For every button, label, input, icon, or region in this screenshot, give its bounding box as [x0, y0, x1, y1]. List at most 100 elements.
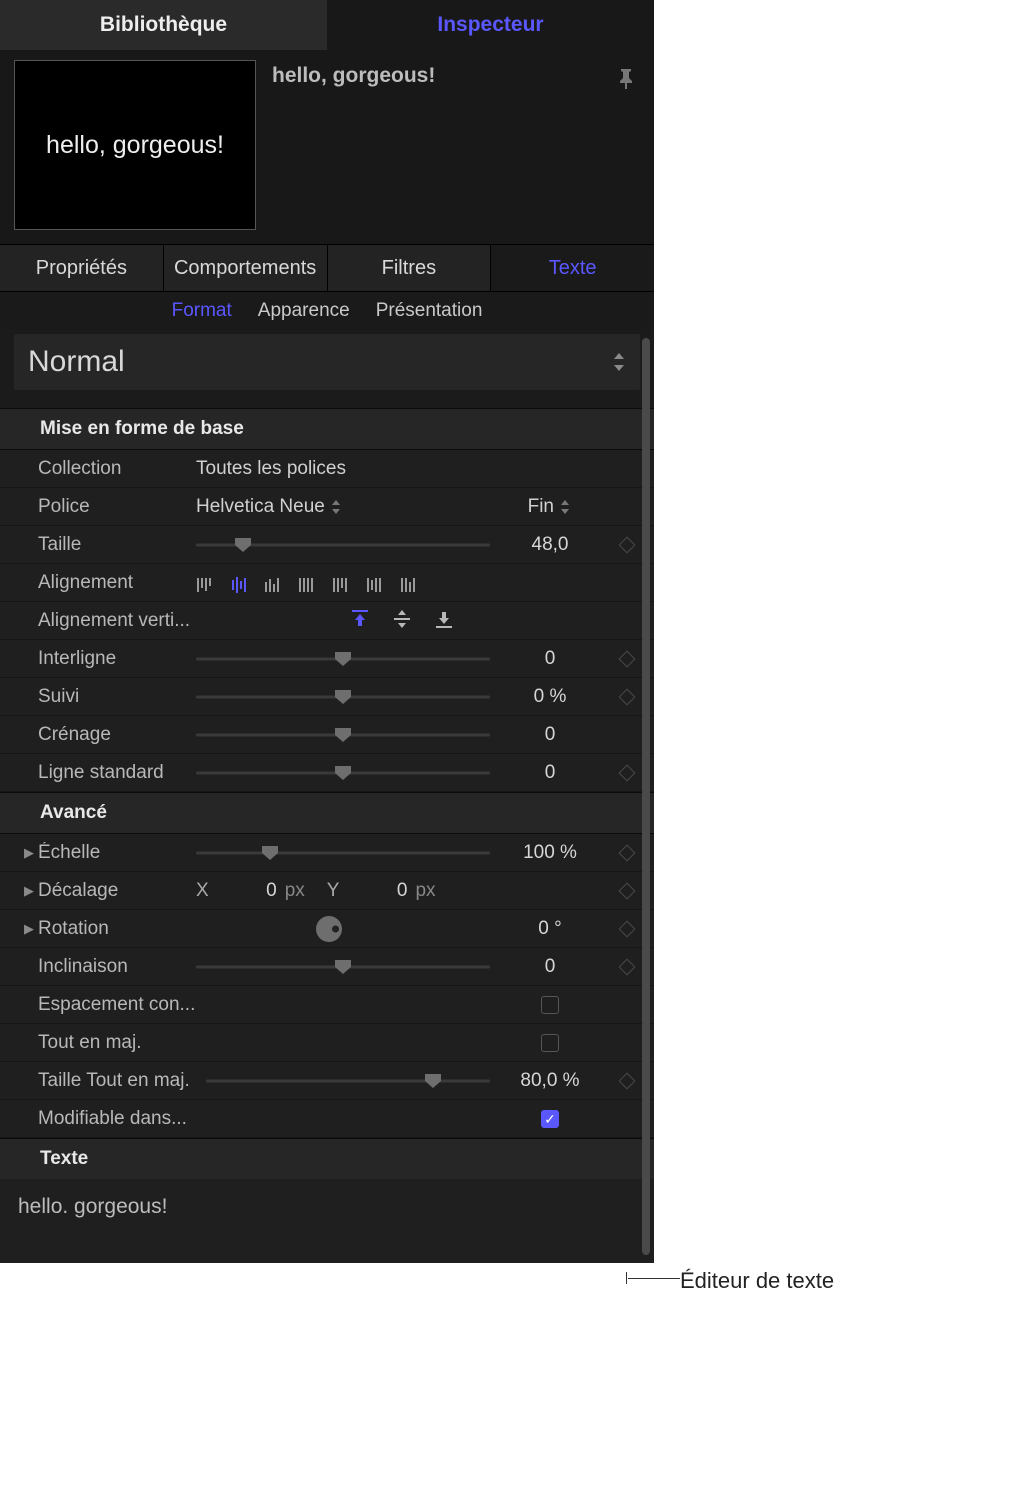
subtab-presentation[interactable]: Présentation [376, 300, 483, 322]
scale-slider[interactable] [196, 843, 490, 863]
disclosure-icon[interactable]: ▶ [20, 883, 38, 899]
keyframe-icon[interactable] [619, 764, 636, 781]
disclosure-icon[interactable]: ▶ [20, 845, 38, 861]
row-slant: Inclinaison 0 [0, 948, 654, 986]
rotation-value[interactable]: 0 ° [490, 918, 610, 940]
scrollbar-thumb[interactable] [642, 338, 650, 1255]
allcaps-size-label: Taille Tout en maj. [38, 1070, 206, 1092]
align-justify-right-icon[interactable] [400, 572, 420, 594]
valign-bottom-icon[interactable] [434, 610, 456, 632]
annotation-tick [626, 1272, 627, 1284]
valign-top-icon[interactable] [350, 610, 372, 632]
slant-label: Inclinaison [38, 956, 196, 978]
editable-label: Modifiable dans... [38, 1108, 206, 1130]
size-slider[interactable] [196, 535, 490, 555]
leading-value[interactable]: 0 [490, 648, 610, 670]
align-left-icon[interactable] [196, 572, 216, 594]
valign-middle-icon[interactable] [392, 610, 414, 632]
row-baseline: Ligne standard 0 [0, 754, 654, 792]
annotation-label: Éditeur de texte [680, 1268, 834, 1294]
pin-icon[interactable] [618, 60, 640, 230]
panel-tabs: Propriétés Comportements Filtres Texte [0, 244, 654, 292]
tab-inspector[interactable]: Inspecteur [327, 0, 654, 50]
section-advanced-header: Avancé [0, 792, 654, 834]
preset-selector[interactable]: Normal [14, 334, 640, 390]
keyframe-icon[interactable] [619, 536, 636, 553]
collection-dropdown[interactable]: Toutes les polices [196, 458, 346, 480]
row-allcaps-size: Taille Tout en maj. 80,0 % [0, 1062, 654, 1100]
keyframe-icon[interactable] [619, 882, 636, 899]
align-justify-full-icon[interactable] [298, 572, 318, 594]
row-font: Police Helvetica Neue Fin [0, 488, 654, 526]
kerning-value[interactable]: 0 [490, 724, 610, 746]
align-right-icon[interactable] [264, 572, 284, 594]
align-center-icon[interactable] [230, 572, 250, 594]
font-family-dropdown[interactable]: Helvetica Neue [196, 496, 341, 518]
leading-slider[interactable] [196, 649, 490, 669]
tab-text[interactable]: Texte [491, 245, 654, 291]
stepper-icon [560, 499, 570, 515]
row-monospace: Espacement con... [0, 986, 654, 1024]
preview-thumbnail-text: hello, gorgeous! [46, 131, 224, 160]
tracking-label: Suivi [38, 686, 196, 708]
section-advanced: ▶ Échelle 100 % ▶ Décalage X 0 px Y 0 px… [0, 834, 654, 1138]
row-offset: ▶ Décalage X 0 px Y 0 px [0, 872, 654, 910]
row-editable: Modifiable dans... [0, 1100, 654, 1138]
scrollbar[interactable] [642, 338, 652, 1255]
align-justify-center-icon[interactable] [366, 572, 386, 594]
keyframe-icon[interactable] [619, 688, 636, 705]
text-editor[interactable]: hello. gorgeous! [0, 1179, 654, 1263]
slant-value[interactable]: 0 [490, 956, 610, 978]
tab-behaviors[interactable]: Comportements [164, 245, 328, 291]
scale-label: Échelle [38, 842, 196, 864]
kerning-slider[interactable] [196, 725, 490, 745]
editable-checkbox[interactable] [541, 1110, 559, 1128]
baseline-slider[interactable] [196, 763, 490, 783]
tab-properties[interactable]: Propriétés [0, 245, 164, 291]
tab-library[interactable]: Bibliothèque [0, 0, 327, 50]
annotation-line [628, 1278, 680, 1279]
leading-label: Interligne [38, 648, 196, 670]
stepper-icon[interactable] [612, 351, 626, 373]
font-weight-dropdown[interactable]: Fin [528, 496, 570, 518]
rotation-dial[interactable] [316, 916, 342, 942]
row-alignment: Alignement [0, 564, 654, 602]
preview-title: hello, gorgeous! [272, 60, 602, 230]
disclosure-icon[interactable]: ▶ [20, 921, 38, 937]
allcaps-label: Tout en maj. [38, 1032, 196, 1054]
allcaps-size-value[interactable]: 80,0 % [490, 1070, 610, 1092]
section-basic-header: Mise en forme de base [0, 408, 654, 450]
size-value[interactable]: 48,0 [490, 534, 610, 556]
preset-label: Normal [28, 345, 125, 379]
tab-filters[interactable]: Filtres [328, 245, 492, 291]
keyframe-icon[interactable] [619, 958, 636, 975]
row-tracking: Suivi 0 % [0, 678, 654, 716]
slant-slider[interactable] [196, 957, 490, 977]
scale-value[interactable]: 100 % [490, 842, 610, 864]
preview-area: hello, gorgeous! hello, gorgeous! [0, 50, 654, 244]
keyframe-icon[interactable] [619, 650, 636, 667]
monospace-checkbox[interactable] [541, 996, 559, 1014]
subtab-appearance[interactable]: Apparence [258, 300, 350, 322]
keyframe-icon[interactable] [619, 1072, 636, 1089]
offset-label: Décalage [38, 880, 196, 902]
section-basic: Collection Toutes les polices Police Hel… [0, 450, 654, 792]
tracking-value[interactable]: 0 % [490, 686, 610, 708]
section-text-header: Texte [0, 1138, 654, 1179]
align-justify-left-icon[interactable] [332, 572, 352, 594]
collection-label: Collection [38, 458, 196, 480]
font-label: Police [38, 496, 196, 518]
keyframe-icon[interactable] [619, 920, 636, 937]
keyframe-icon[interactable] [619, 844, 636, 861]
font-family-value: Helvetica Neue [196, 496, 325, 518]
allcaps-checkbox[interactable] [541, 1034, 559, 1052]
offset-x-value[interactable]: 0 [217, 880, 277, 902]
tracking-slider[interactable] [196, 687, 490, 707]
offset-y-value[interactable]: 0 [347, 880, 407, 902]
subtab-format[interactable]: Format [172, 300, 232, 322]
baseline-value[interactable]: 0 [490, 762, 610, 784]
allcaps-size-slider[interactable] [206, 1071, 490, 1091]
baseline-label: Ligne standard [38, 762, 196, 784]
collection-value: Toutes les polices [196, 458, 346, 480]
rotation-label: Rotation [38, 918, 196, 940]
